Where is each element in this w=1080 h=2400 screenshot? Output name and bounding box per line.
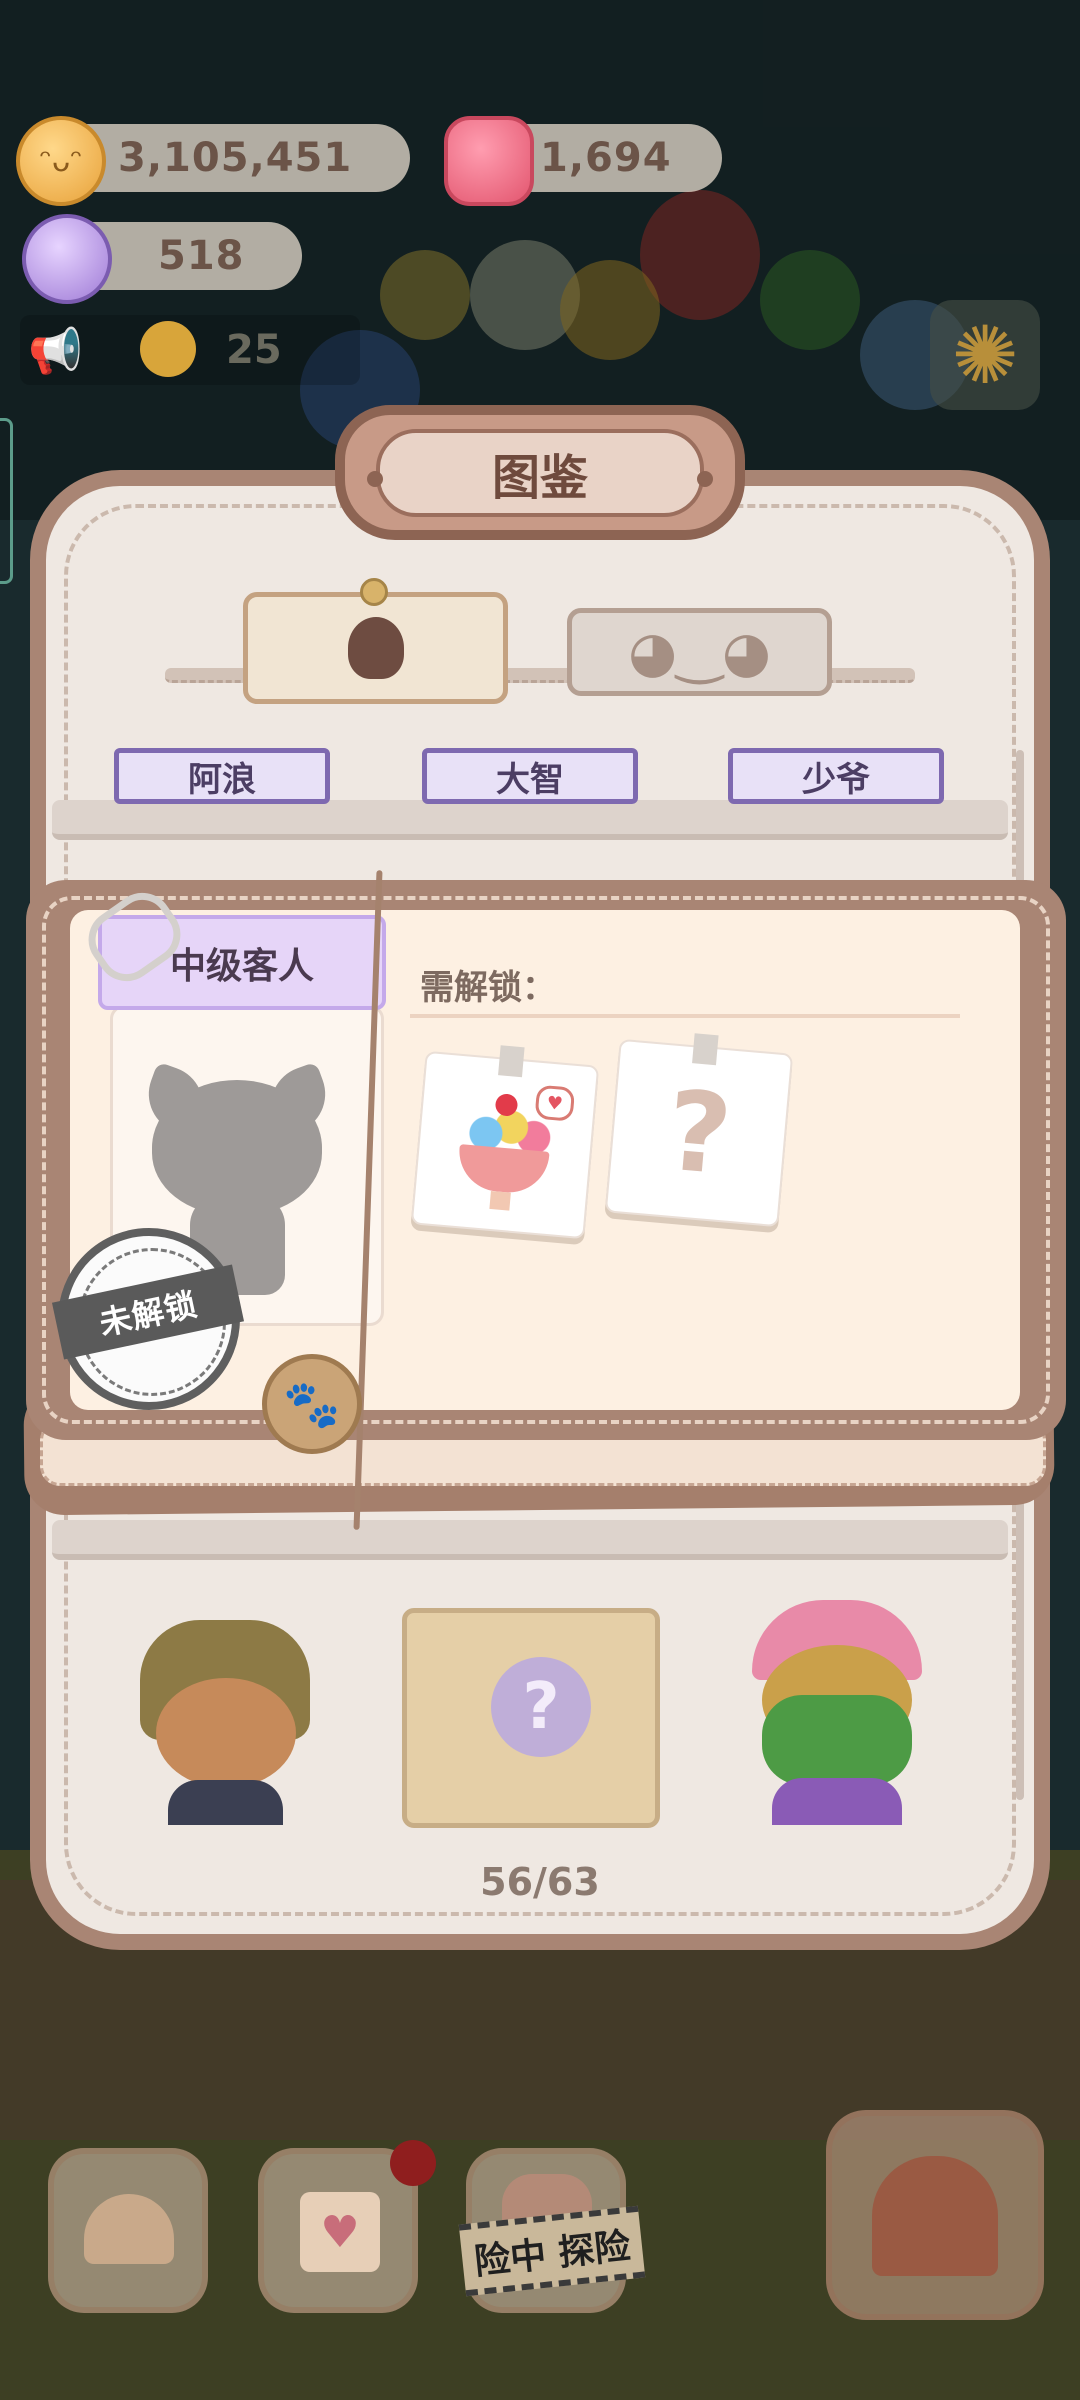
theater-button[interactable]	[826, 2110, 1044, 2320]
announcement-bar[interactable]: 📢 25	[20, 315, 360, 385]
diary-icon: ♥	[300, 2192, 380, 2272]
shelf-top	[52, 800, 1008, 840]
hotel-button[interactable]	[48, 2148, 208, 2313]
duck-face-icon: ◕‿◕	[628, 619, 771, 685]
requirement-item-unknown[interactable]: ?	[604, 1033, 794, 1228]
chef-skull-icon	[347, 617, 404, 679]
megaphone-icon: 📢	[28, 326, 83, 377]
duck-ticket-icon	[140, 321, 196, 377]
character-crocodile-cap[interactable]	[742, 1600, 932, 1825]
character-name-shaoye[interactable]: 少爷	[728, 748, 944, 804]
candy-value: 518	[158, 233, 245, 279]
tab-duck[interactable]: ◕‿◕	[567, 608, 832, 696]
page-title: 图鉴	[376, 428, 704, 517]
collection-progress: 56/63	[480, 1860, 600, 1904]
title-rivet	[367, 471, 383, 487]
hotel-icon	[84, 2194, 174, 2264]
coin-value: 3,105,451	[118, 135, 353, 181]
tab-chef[interactable]	[243, 592, 508, 704]
character-name-alang[interactable]: 阿浪	[114, 748, 330, 804]
tape	[498, 1045, 525, 1078]
character-bear-explorer[interactable]	[128, 1600, 318, 1825]
bear-face	[156, 1678, 296, 1788]
theater-icon	[872, 2156, 998, 2276]
pink-gem-icon	[444, 116, 534, 206]
purple-jacket	[772, 1778, 902, 1825]
mystery-gift[interactable]: ?	[402, 1608, 660, 1828]
requirement-label: 需解锁：	[420, 968, 556, 1008]
shelf-bottom	[52, 1520, 1008, 1560]
paw-icon: 🐾	[262, 1354, 362, 1454]
gem-value: 1,694	[540, 135, 672, 181]
title-tab: 图鉴	[335, 405, 745, 540]
candy-icon	[22, 214, 112, 304]
heart-bubble-icon: ♥	[534, 1084, 576, 1122]
requirement-divider	[410, 1014, 960, 1018]
question-mark-icon: ?	[661, 1066, 737, 1200]
side-tab[interactable]	[0, 418, 13, 584]
pin-icon	[360, 578, 388, 606]
gear-icon[interactable]: ✺	[930, 300, 1040, 410]
bowl-stem	[489, 1190, 511, 1211]
ice-cream-sundae-icon	[456, 1144, 550, 1196]
ticket-count: 25	[226, 327, 282, 373]
vest	[168, 1780, 283, 1825]
notification-dot	[390, 2140, 436, 2186]
title-rivet	[697, 471, 713, 487]
requirement-item-sundae[interactable]: ♥	[410, 1045, 600, 1240]
croc-face	[762, 1695, 912, 1785]
cookie-coin-icon: ᵔᴗᵔ	[16, 116, 106, 206]
character-name-dazhi[interactable]: 大智	[422, 748, 638, 804]
question-mark-icon: ?	[491, 1657, 591, 1757]
